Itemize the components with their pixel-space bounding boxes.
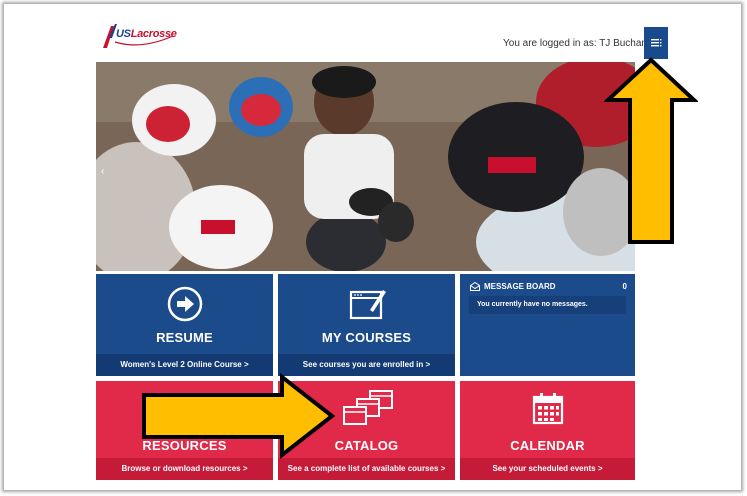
message-count-badge: 0 xyxy=(622,281,627,291)
logo-text: USLacrosse xyxy=(116,28,177,40)
catalog-windows-icon xyxy=(343,390,393,425)
calendar-icon xyxy=(532,393,564,425)
calendar-title: CALENDAR xyxy=(510,438,585,453)
my-courses-tile[interactable]: MY COURSES See courses you are enrolled … xyxy=(278,274,455,376)
message-board-empty-text: You currently have no messages. xyxy=(469,296,626,314)
message-board-title: MESSAGE BOARD xyxy=(484,281,556,291)
menu-list-icon xyxy=(651,39,662,47)
resume-tile[interactable]: RESUME Women's Level 2 Online Course > xyxy=(96,274,273,376)
catalog-link[interactable]: See a complete list of available courses… xyxy=(278,458,455,480)
course-window-icon xyxy=(349,290,386,320)
arrow-right-circle-icon xyxy=(167,286,203,322)
us-lacrosse-logo[interactable]: USLacrosse xyxy=(101,22,177,52)
message-board-header: MESSAGE BOARD 0 xyxy=(470,279,627,293)
menu-button[interactable] xyxy=(644,27,668,59)
calendar-link[interactable]: See your scheduled events > xyxy=(460,458,635,480)
right-arrow-annotation-icon xyxy=(142,373,336,459)
carousel-prev-icon: ‹ xyxy=(101,166,104,177)
up-arrow-annotation-icon xyxy=(604,57,698,244)
my-courses-title: MY COURSES xyxy=(321,330,412,345)
message-board-tile[interactable]: MESSAGE BOARD 0 You currently have no me… xyxy=(460,274,635,376)
resources-link[interactable]: Browse or download resources > xyxy=(96,458,273,480)
hero-image-carousel: ‹ xyxy=(96,62,635,271)
lacrosse-team-photo: ‹ xyxy=(96,62,635,271)
calendar-tile[interactable]: CALENDAR See your scheduled events > xyxy=(460,381,635,480)
envelope-icon xyxy=(470,281,480,291)
resume-title: RESUME xyxy=(156,330,213,345)
logged-in-status: You are logged in as: TJ Buchanan xyxy=(503,38,659,49)
